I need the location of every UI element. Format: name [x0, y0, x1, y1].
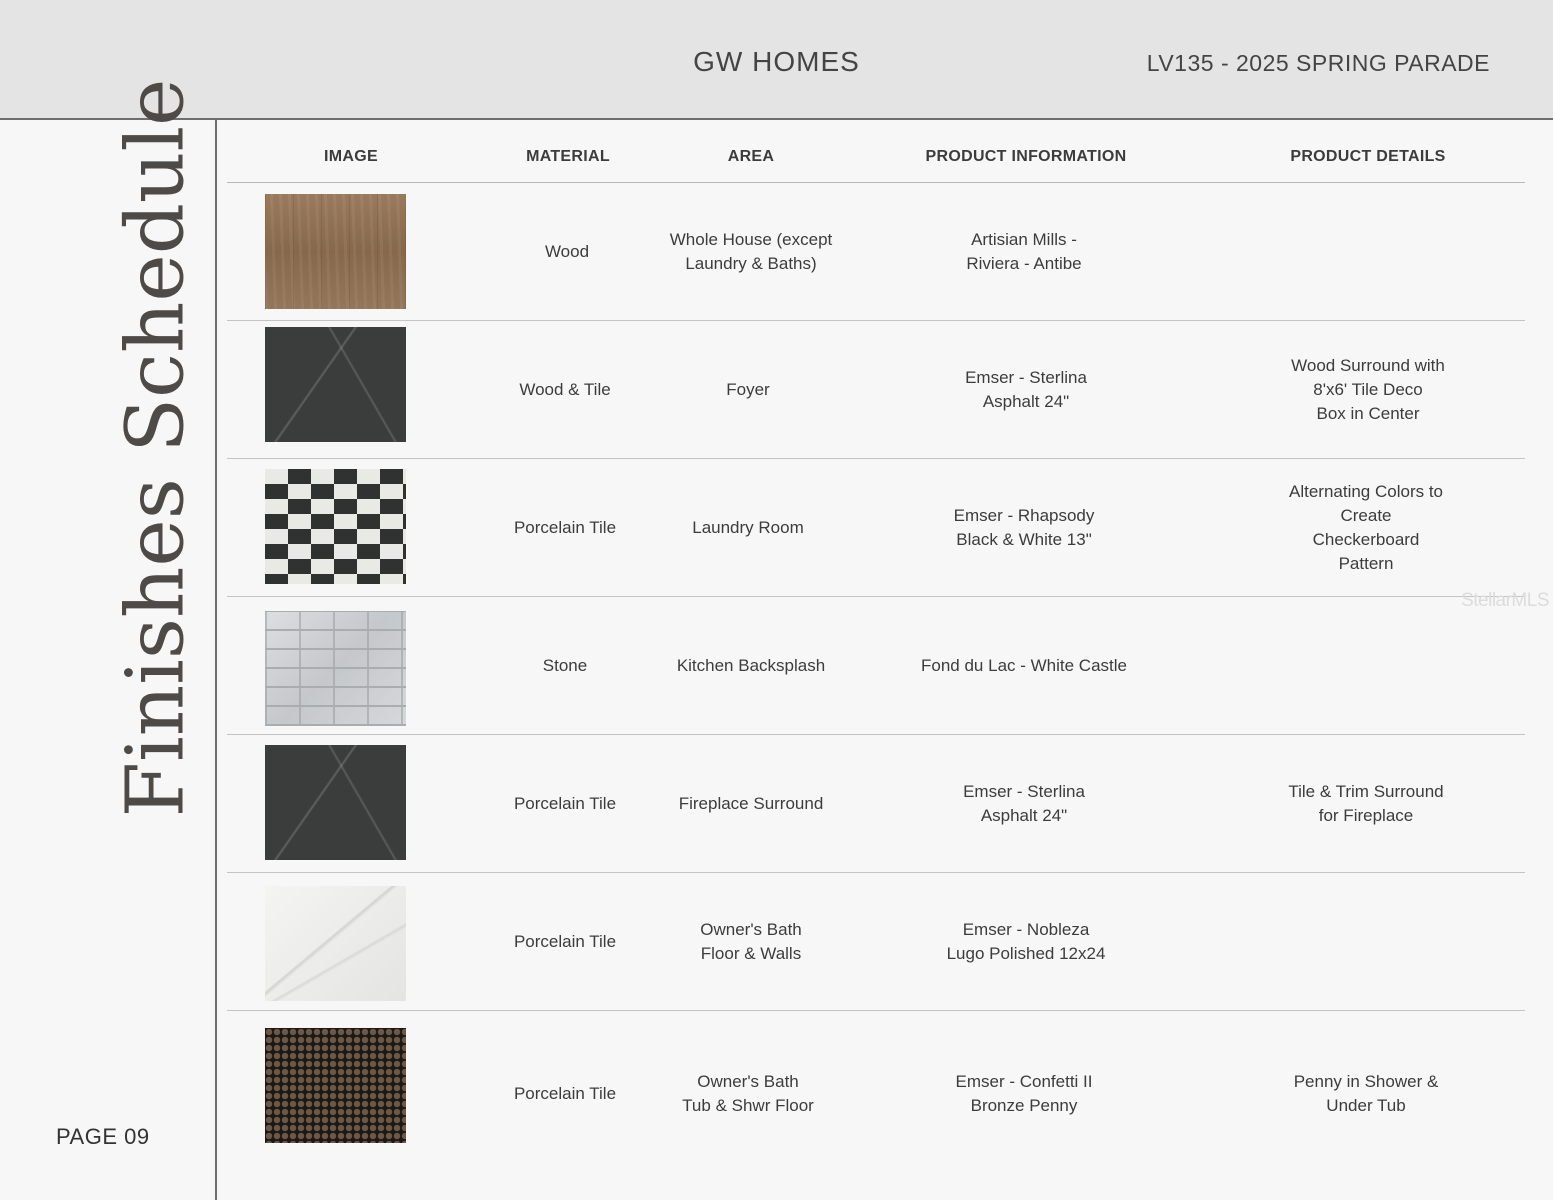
product-details-cell: Alternating Colors to Create Checkerboar…: [1288, 482, 1444, 573]
table-row: Porcelain Tile Owner's Bath Tub & Shwr F…: [227, 1011, 1525, 1176]
table-row: Stone Kitchen Backsplash Fond du Lac - W…: [227, 597, 1525, 735]
penny-tile-swatch: [265, 1028, 406, 1143]
white-marble-swatch: [265, 886, 406, 1001]
column-header-material: MATERIAL: [526, 148, 610, 165]
material-cell: Stone: [542, 656, 588, 675]
page-header: GW HOMES LV135 - 2025 SPRING PARADE: [0, 0, 1553, 120]
dark-tile-swatch: [265, 745, 406, 860]
product-info-cell: Emser - Confetti II Bronze Penny: [955, 1071, 1093, 1115]
area-cell: Fireplace Surround: [678, 794, 824, 813]
area-cell: Whole House (except Laundry & Baths): [669, 230, 833, 273]
table-row: Porcelain Tile Fireplace Surround Emser …: [227, 735, 1525, 873]
product-info-cell: Emser - Rhapsody Black & White 13": [953, 506, 1095, 549]
material-cell: Porcelain Tile: [513, 1083, 617, 1103]
product-info-cell: Emser - Nobleza Lugo Polished 12x24: [946, 920, 1106, 963]
product-info-cell: Emser - Sterlina Asphalt 24": [965, 368, 1087, 411]
product-details-cell: Wood Surround with 8'x6' Tile Deco Box i…: [1291, 356, 1445, 423]
product-info-cell: Emser - Sterlina Asphalt 24": [963, 782, 1085, 825]
page-title: Finishes Schedule: [108, 78, 202, 818]
material-cell: Porcelain Tile: [513, 932, 617, 951]
table-row: Porcelain Tile Laundry Room Emser - Rhap…: [227, 459, 1525, 597]
area-cell: Owner's Bath Floor & Walls: [700, 920, 802, 963]
product-details-cell: Penny in Shower & Under Tub: [1293, 1071, 1439, 1115]
project-title: LV135 - 2025 SPRING PARADE: [1146, 50, 1490, 76]
table-row: Wood & Tile Foyer Emser - Sterlina Aspha…: [227, 321, 1525, 459]
stone-swatch: [265, 611, 406, 726]
watermark: StellarMLS: [1461, 590, 1549, 611]
area-cell: Owner's Bath Tub & Shwr Floor: [682, 1071, 814, 1115]
column-header-area: AREA: [727, 148, 775, 165]
material-cell: Wood: [544, 242, 590, 261]
table-row: Wood Whole House (except Laundry & Baths…: [227, 183, 1525, 321]
material-cell: Porcelain Tile: [513, 794, 617, 813]
checkerboard-tile-swatch: [265, 469, 406, 584]
area-cell: Foyer: [726, 380, 770, 399]
wood-plank-swatch: [265, 194, 406, 309]
table-header: IMAGE MATERIAL AREA PRODUCT INFORMATION …: [227, 148, 1525, 182]
product-details-cell: Tile & Trim Surround for Fireplace: [1288, 782, 1444, 825]
material-cell: Porcelain Tile: [513, 518, 617, 537]
column-header-product-details: PRODUCT DETAILS: [1290, 148, 1446, 165]
material-cell: Wood & Tile: [519, 380, 611, 399]
area-cell: Kitchen Backsplash: [676, 656, 826, 675]
column-header-image: IMAGE: [324, 148, 378, 165]
sidebar-divider: [215, 120, 217, 1200]
page-number: PAGE 09: [56, 1124, 150, 1149]
dark-tile-swatch: [265, 327, 406, 442]
product-info-cell: Fond du Lac - White Castle: [921, 656, 1127, 675]
column-header-product-information: PRODUCT INFORMATION: [925, 148, 1127, 165]
area-cell: Laundry Room: [692, 518, 804, 537]
table-row: Porcelain Tile Owner's Bath Floor & Wall…: [227, 873, 1525, 1011]
product-info-cell: Artisian Mills - Riviera - Antibe: [966, 230, 1082, 273]
